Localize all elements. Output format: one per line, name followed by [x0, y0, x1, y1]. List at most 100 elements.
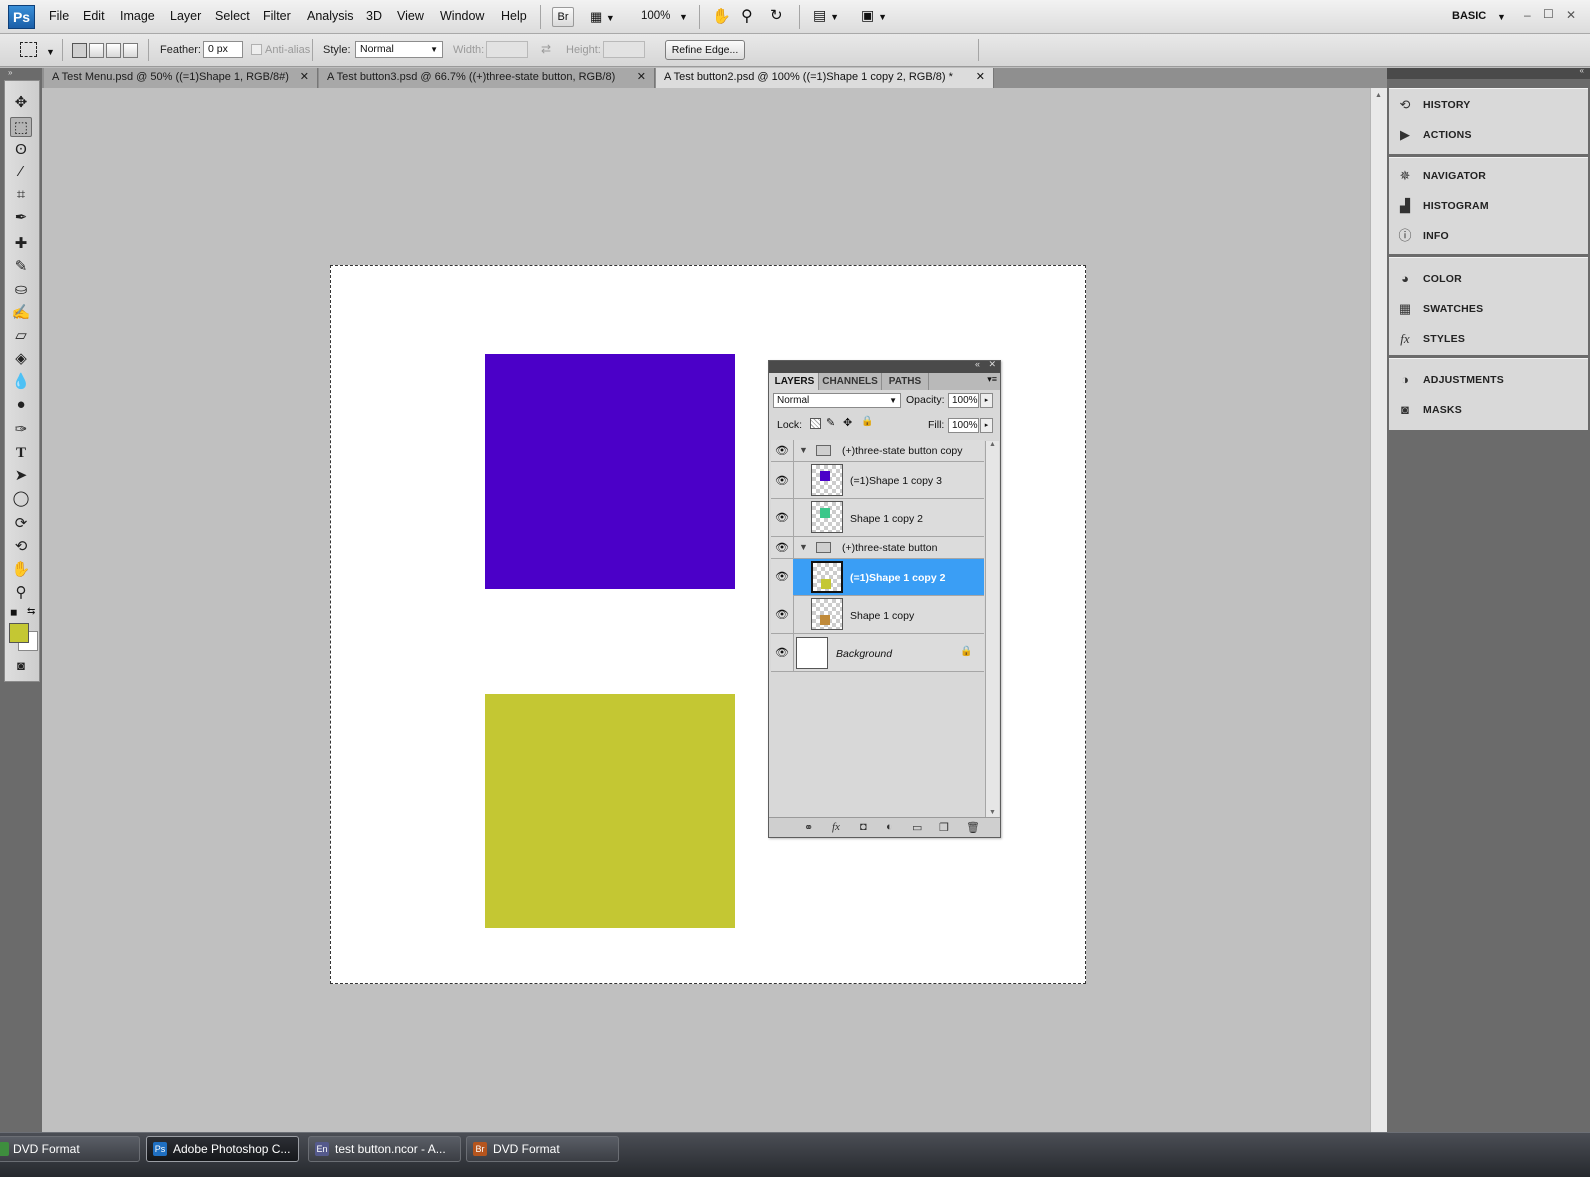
panel-menu-icon[interactable]: ▾≡ [987, 374, 997, 385]
tab-channels[interactable]: CHANNELS [819, 373, 882, 390]
anti-alias-checkbox[interactable] [251, 44, 262, 55]
path-selection-tool-icon[interactable]: ➤ [10, 466, 32, 486]
fill-input[interactable]: 100% [948, 418, 979, 433]
lock-transparency-icon[interactable] [810, 418, 821, 429]
zoom-level[interactable]: 100% [641, 10, 670, 22]
taskbar-item-encore[interactable]: En test button.ncor - A... [308, 1136, 461, 1162]
menu-help[interactable]: Help [501, 9, 527, 23]
eye-icon[interactable]: 👁 [771, 559, 793, 596]
close-button[interactable]: ✕ [1566, 8, 1576, 22]
screen-mode-icon[interactable]: ▣ ▼ [861, 7, 887, 24]
3d-rotate-tool-icon[interactable]: ⟳ [10, 514, 32, 534]
brush-tool-icon[interactable]: ✎ [10, 257, 32, 277]
panel-styles[interactable]: fx STYLES [1389, 325, 1588, 353]
menu-image[interactable]: Image [120, 9, 155, 23]
canvas-vertical-scrollbar[interactable]: ▲ [1370, 88, 1387, 1132]
expand-group-icon[interactable]: ▼ [799, 445, 808, 455]
view-extras-icon[interactable]: ▦ ▼ [590, 9, 615, 25]
opacity-slider-icon[interactable]: ▸ [980, 393, 993, 408]
hand-tool-icon[interactable]: ✋ [10, 560, 32, 580]
eraser-tool-icon[interactable]: ▱ [10, 326, 32, 346]
panel-histogram[interactable]: ▟ HISTOGRAM [1389, 192, 1588, 220]
menu-analysis[interactable]: Analysis [307, 9, 354, 23]
menu-layer[interactable]: Layer [170, 9, 201, 23]
eye-icon[interactable]: 👁 [774, 444, 790, 457]
feather-input[interactable]: 0 px [203, 41, 243, 58]
eye-icon[interactable]: 👁 [774, 474, 790, 487]
zoom-dropdown-icon[interactable]: ▼ [679, 12, 688, 22]
layer-row-group[interactable]: 👁 ▼ (+)three-state button [771, 537, 984, 559]
panel-actions[interactable]: ▶ ACTIONS [1389, 121, 1588, 149]
type-tool-icon[interactable]: T [10, 443, 32, 463]
layer-row[interactable]: 👁 (=1)Shape 1 copy 3 [771, 462, 984, 499]
panel-history[interactable]: ⟲ HISTORY [1389, 91, 1588, 119]
dodge-tool-icon[interactable]: ● [10, 395, 32, 415]
rotate-view-icon[interactable]: ↻ [770, 6, 783, 24]
expand-panels-icon[interactable]: « [1580, 66, 1584, 75]
lasso-tool-icon[interactable]: ʘ [10, 140, 32, 160]
close-icon[interactable]: ✕ [976, 68, 985, 87]
layer-row-background[interactable]: 👁 Background 🔒 [771, 634, 984, 672]
arrange-documents-icon[interactable]: ▤ ▼ [813, 7, 839, 24]
zoom-tool-icon[interactable]: ⚲ [10, 583, 32, 603]
tab-test-button3[interactable]: A Test button3.psd @ 66.7% ((+)three-sta… [319, 68, 655, 88]
marquee-preset-icon[interactable] [20, 42, 37, 57]
layer-style-fx-icon[interactable]: fx [832, 821, 840, 833]
taskbar-item-dvd-format[interactable]: DVD Format [0, 1136, 140, 1162]
style-select[interactable]: Normal ▼ [355, 41, 443, 58]
healing-brush-tool-icon[interactable]: ✚ [10, 234, 32, 254]
paint-bucket-tool-icon[interactable]: ◈ [10, 349, 32, 369]
panel-info[interactable]: ⓘ INFO [1389, 222, 1588, 250]
layer-row[interactable]: 👁 Shape 1 copy 2 [771, 499, 984, 537]
minimize-button[interactable]: – [1524, 8, 1531, 22]
menu-file[interactable]: File [49, 9, 69, 23]
refine-edge-button[interactable]: Refine Edge... [665, 40, 745, 60]
taskbar-item-bridge-dvd-format[interactable]: Br DVD Format [466, 1136, 619, 1162]
link-layers-icon[interactable]: ⚭ [804, 821, 813, 834]
eye-icon[interactable]: 👁 [774, 608, 790, 621]
new-layer-icon[interactable]: ❐ [939, 821, 949, 834]
rectangular-marquee-tool-icon[interactable]: ⬚ [10, 117, 32, 137]
lock-image-icon[interactable]: ✎ [826, 416, 835, 429]
yellow-green-shape[interactable] [485, 694, 735, 928]
layer-row[interactable]: 👁 Shape 1 copy [771, 596, 984, 634]
purple-shape[interactable] [485, 354, 735, 589]
workspace-dropdown-icon[interactable]: ▼ [1497, 12, 1506, 22]
eye-icon[interactable]: 👁 [774, 646, 790, 659]
intersect-selection-icon[interactable] [123, 43, 138, 58]
opacity-input[interactable]: 100% [948, 393, 979, 408]
panel-navigator[interactable]: ✵ NAVIGATOR [1389, 162, 1588, 190]
tab-paths[interactable]: PATHS [882, 373, 929, 390]
add-to-selection-icon[interactable] [89, 43, 104, 58]
menu-view[interactable]: View [397, 9, 424, 23]
quick-mask-icon[interactable]: ◙ [10, 656, 32, 676]
tab-test-menu[interactable]: A Test Menu.psd @ 50% ((=1)Shape 1, RGB/… [44, 68, 318, 88]
width-input[interactable] [486, 41, 528, 58]
adjustment-layer-icon[interactable]: ◐ [886, 821, 893, 833]
crop-tool-icon[interactable]: ⌗ [10, 185, 32, 205]
panel-color[interactable]: ◕ COLOR [1389, 265, 1588, 293]
scroll-down-icon[interactable]: ▼ [989, 809, 996, 816]
collapse-panel-icon[interactable]: « [975, 359, 980, 369]
panel-masks[interactable]: ◙ MASKS [1389, 396, 1588, 424]
close-panel-icon[interactable]: ✕ [988, 359, 996, 370]
blend-mode-select[interactable]: Normal ▼ [773, 393, 901, 408]
workspace-switcher[interactable]: BASIC [1452, 10, 1486, 22]
panel-swatches[interactable]: ▦ SWATCHES [1389, 295, 1588, 323]
ellipse-tool-icon[interactable]: ◯ [10, 489, 32, 509]
quick-selection-tool-icon[interactable]: ⁄ [10, 162, 32, 182]
lock-all-icon[interactable]: 🔒 [861, 416, 873, 427]
hand-tool-icon[interactable]: ✋ [712, 7, 731, 25]
maximize-button[interactable]: ☐ [1543, 7, 1554, 21]
history-brush-tool-icon[interactable]: ✍ [10, 303, 32, 323]
menu-3d[interactable]: 3D [366, 9, 382, 23]
menu-edit[interactable]: Edit [83, 9, 105, 23]
trash-icon[interactable]: 🗑 [966, 821, 980, 834]
layers-scrollbar[interactable]: ▲ ▼ [985, 441, 999, 818]
menu-window[interactable]: Window [440, 9, 484, 23]
scroll-up-icon[interactable]: ▲ [1375, 92, 1382, 99]
close-icon[interactable]: ✕ [637, 68, 646, 87]
pen-tool-icon[interactable]: ✑ [10, 420, 32, 440]
tab-test-button2[interactable]: A Test button2.psd @ 100% ((=1)Shape 1 c… [656, 68, 994, 88]
default-colors-icon[interactable]: ◼ [10, 607, 17, 618]
